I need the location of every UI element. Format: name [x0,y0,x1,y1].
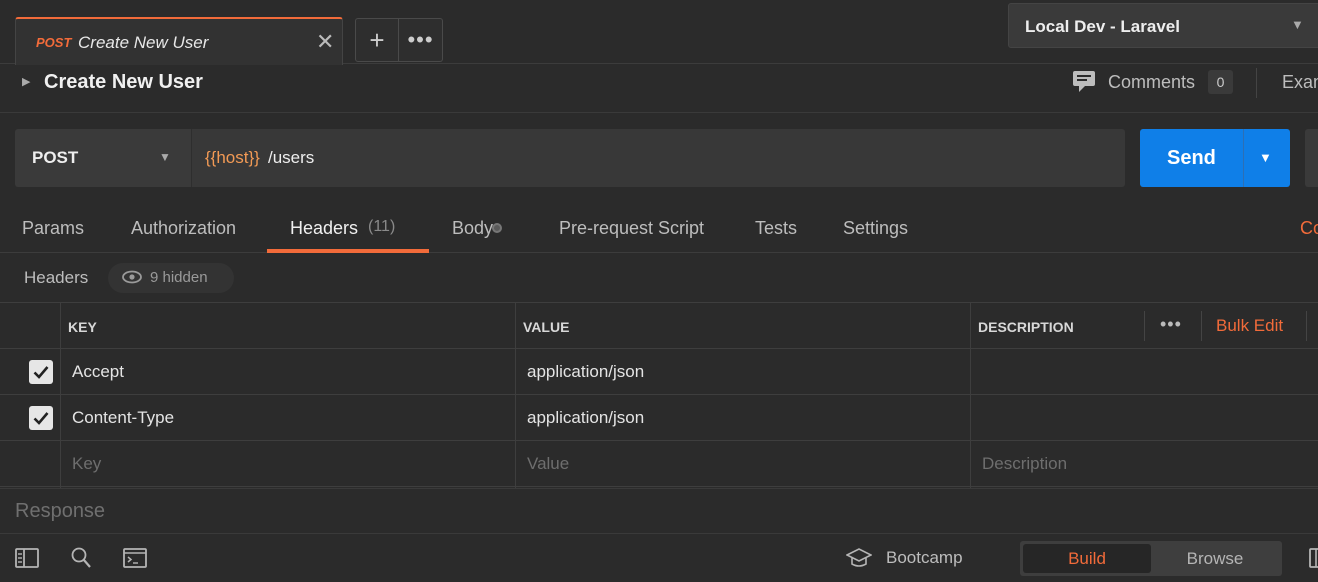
environment-selected-label: Local Dev - Laravel [1025,17,1180,36]
column-divider [970,303,971,488]
status-bar: Bootcamp Build Browse [0,535,1318,582]
header-value-cell[interactable]: application/json [527,408,644,428]
header-key-cell[interactable]: Content-Type [72,408,174,428]
table-header-row: KEY VALUE DESCRIPTION ••• Bulk Edit [0,303,1318,349]
divider [1306,311,1307,341]
url-path: /users [268,148,315,167]
header-key-cell[interactable]: Accept [72,362,124,382]
tab-body[interactable]: Body [452,218,502,239]
response-label: Response [15,500,106,522]
tab-tests[interactable]: Tests [755,218,797,239]
response-panel[interactable]: Response [0,488,1318,534]
table-row: Content-Type application/json [0,395,1318,441]
send-button-label: Send [1167,147,1216,169]
tab-options-button[interactable]: ••• [399,18,443,62]
find-icon[interactable] [68,546,94,570]
column-header-description: DESCRIPTION [978,319,1074,335]
request-title[interactable]: Create New User [44,71,203,94]
bootcamp-link[interactable]: Bootcamp [886,548,963,568]
more-options-icon[interactable]: ••• [1160,314,1182,335]
row-enabled-checkbox[interactable] [29,360,53,384]
url-variable: {{host}} [205,148,260,167]
tab-params[interactable]: Params [22,218,84,239]
comments-count-badge: 0 [1208,70,1233,94]
column-divider [515,303,516,488]
chevron-down-icon: ▼ [1291,17,1304,32]
comments-label[interactable]: Comments [1108,72,1195,93]
request-tabs: Params Authorization Headers (11) Body P… [0,205,1318,253]
new-key-input[interactable]: Key [72,454,101,474]
body-status-dot-icon [492,223,502,233]
divider [1201,311,1202,341]
comments-icon[interactable] [1071,69,1097,93]
tab-settings[interactable]: Settings [843,218,908,239]
build-browse-toggle: Build Browse [1020,541,1282,576]
bulk-edit-button[interactable]: Bulk Edit [1216,316,1283,336]
table-row-new: Key Value Description [0,441,1318,487]
expand-caret-icon[interactable]: ▶ [22,75,30,88]
cookies-link[interactable]: Cookies [1300,218,1318,239]
request-title-row: ▶ Create New User Comments 0 Examples [0,64,1318,113]
request-tab-create-new-user[interactable]: POST Create New User ✕ [15,17,343,65]
column-divider [60,303,61,488]
request-tab-bar: POST Create New User ✕ + ••• Local Dev -… [0,0,1318,65]
active-tab-indicator [267,249,429,253]
console-icon[interactable] [122,546,148,570]
checkmark-icon [33,412,49,425]
build-mode-button[interactable]: Build [1023,544,1151,573]
divider [1243,129,1244,187]
hidden-headers-toggle[interactable]: 9 hidden [108,263,234,293]
column-header-value: VALUE [523,319,570,335]
new-tab-button[interactable]: + [355,18,399,62]
eye-icon [122,270,142,284]
tab-method-badge: POST [36,35,72,50]
send-button[interactable]: Send ▼ [1140,129,1290,187]
chevron-down-icon[interactable]: ▼ [1259,150,1272,165]
divider [1144,311,1145,341]
hidden-count-label: 9 hidden [150,269,208,286]
tab-authorization[interactable]: Authorization [131,218,236,239]
row-enabled-checkbox[interactable] [29,406,53,430]
headers-heading: Headers [24,268,89,287]
sidebar-icon[interactable] [14,546,40,570]
method-select[interactable]: POST ▼ [15,129,191,187]
save-button[interactable] [1305,129,1318,187]
column-header-key: KEY [68,319,97,335]
tab-body-label: Body [452,218,494,238]
checkmark-icon [33,366,49,379]
new-description-input[interactable]: Description [982,454,1067,474]
close-icon[interactable]: ✕ [316,29,334,55]
environment-select[interactable]: Local Dev - Laravel ▼ [1008,3,1318,48]
url-input[interactable]: {{host}} /users [191,129,1125,187]
tab-title: Create New User [78,33,209,52]
divider [1256,68,1257,98]
browse-mode-button[interactable]: Browse [1151,544,1279,573]
tab-headers[interactable]: Headers (11) [290,218,395,239]
tab-pre-request-script[interactable]: Pre-request Script [559,218,704,239]
chevron-down-icon: ▼ [159,150,171,164]
table-row: Accept application/json [0,349,1318,395]
headers-table: KEY VALUE DESCRIPTION ••• Bulk Edit Acce… [0,302,1318,488]
bootcamp-icon[interactable] [846,547,872,569]
examples-link[interactable]: Examples [1282,72,1318,93]
header-value-cell[interactable]: application/json [527,362,644,382]
method-selected-label: POST [32,148,79,167]
layout-icon[interactable] [1308,546,1318,570]
headers-count: (11) [368,218,396,235]
tab-headers-label: Headers [290,218,359,238]
new-value-input[interactable]: Value [527,454,569,474]
